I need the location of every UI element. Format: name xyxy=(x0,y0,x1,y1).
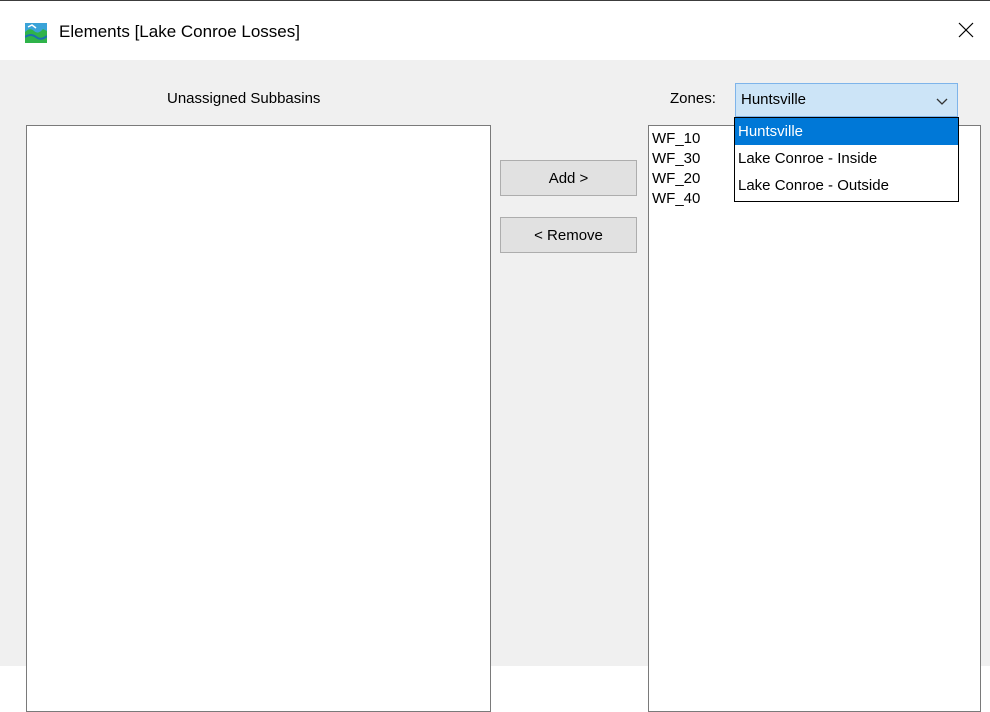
chevron-down-icon[interactable] xyxy=(935,94,949,108)
zones-combobox[interactable]: Huntsville xyxy=(735,83,958,117)
window-title: Elements [Lake Conroe Losses] xyxy=(59,22,300,41)
zone-option-lake-conroe-inside[interactable]: Lake Conroe - Inside xyxy=(735,145,958,172)
hec-hms-basin-icon xyxy=(24,23,48,43)
zones-dropdown-list[interactable]: Huntsville Lake Conroe - Inside Lake Con… xyxy=(734,117,959,202)
close-button[interactable] xyxy=(942,4,990,60)
unassigned-subbasins-list[interactable] xyxy=(26,125,491,712)
elements-dialog: Elements [Lake Conroe Losses] Unassigned… xyxy=(0,0,990,712)
title-bar[interactable]: Elements [Lake Conroe Losses] xyxy=(0,4,990,60)
dialog-content: Unassigned Subbasins Add > < Remove Zone… xyxy=(0,60,990,712)
assigned-subbasins-list[interactable]: WF_10 WF_30 WF_20 WF_40 xyxy=(648,125,981,712)
zones-label: Zones: xyxy=(670,90,716,107)
zones-selected-value: Huntsville xyxy=(741,91,807,108)
add-button[interactable]: Add > xyxy=(500,160,637,196)
unassigned-subbasins-label: Unassigned Subbasins xyxy=(167,90,321,107)
remove-button[interactable]: < Remove xyxy=(500,217,637,253)
close-icon xyxy=(958,22,974,42)
zone-option-lake-conroe-outside[interactable]: Lake Conroe - Outside xyxy=(735,172,958,199)
zone-option-huntsville[interactable]: Huntsville xyxy=(735,118,958,145)
